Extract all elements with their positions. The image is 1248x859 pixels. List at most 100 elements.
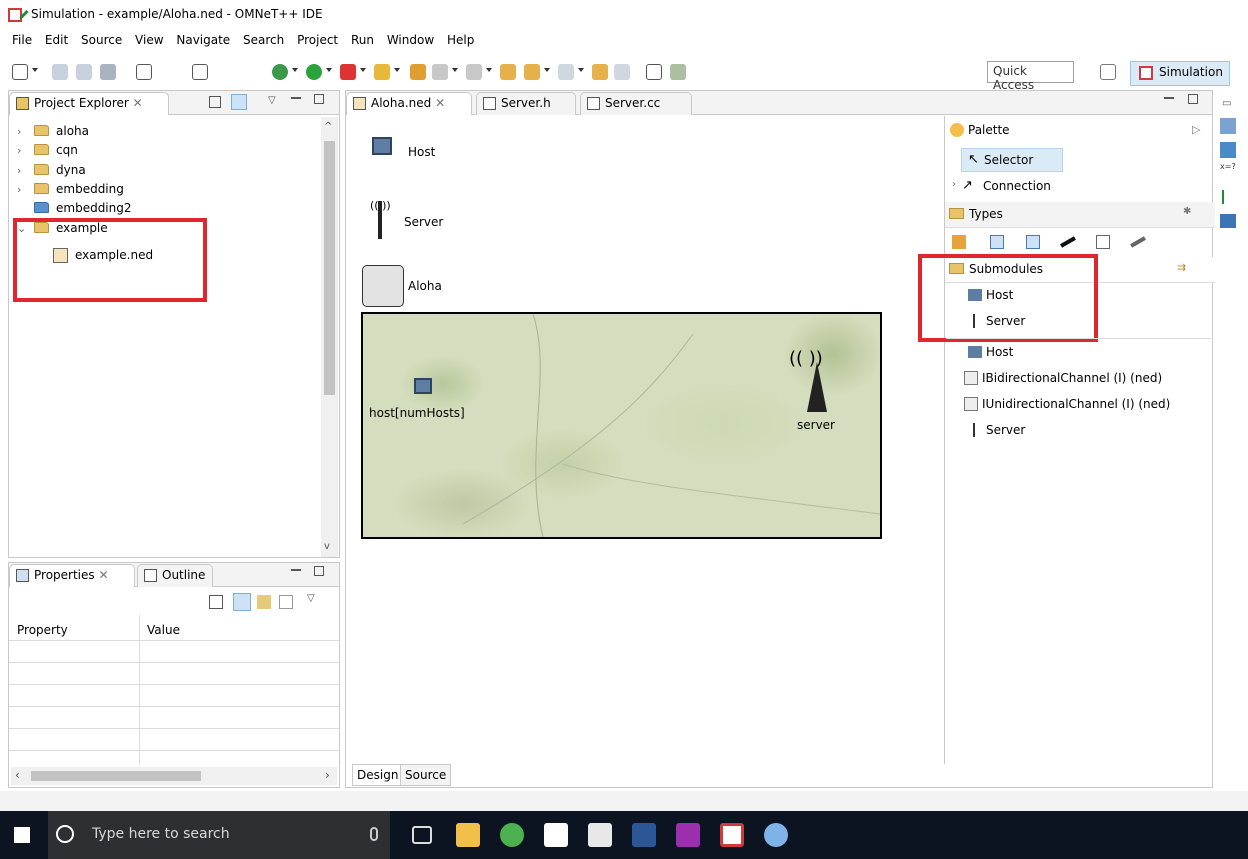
maximize-icon[interactable] — [314, 566, 324, 576]
tab-design[interactable]: Design — [352, 764, 404, 786]
channel-interface-icon[interactable] — [1130, 236, 1146, 248]
tree-item-embedding[interactable]: › embedding — [9, 180, 319, 200]
save-icon[interactable] — [52, 64, 68, 80]
print-icon[interactable] — [100, 64, 116, 80]
menu-edit[interactable]: Edit — [45, 33, 68, 47]
palette-item-server[interactable]: Server — [960, 420, 1080, 444]
clean-icon[interactable] — [410, 64, 426, 80]
filter-icon[interactable]: ⇉ — [1177, 261, 1186, 274]
chrome-icon[interactable] — [500, 823, 524, 847]
palette-item-iunidirectional[interactable]: IUnidirectionalChannel (I) (ned) — [960, 394, 1190, 418]
open-perspective-icon[interactable] — [646, 64, 662, 80]
word-icon[interactable] — [632, 823, 656, 847]
view-menu-icon[interactable]: ▽ — [268, 95, 276, 106]
mathcad-icon[interactable] — [676, 823, 700, 847]
open-perspective-button[interactable] — [1100, 64, 1116, 80]
debug-icon[interactable] — [272, 64, 288, 80]
simulation-perspective-button[interactable]: Simulation — [1130, 61, 1230, 86]
advanced-icon[interactable] — [279, 595, 293, 609]
ned-tool-icon[interactable] — [670, 64, 686, 80]
tab-project-explorer[interactable]: Project Explorer ✕ — [9, 92, 169, 115]
new-icon[interactable] — [12, 64, 28, 80]
mail-icon[interactable] — [588, 823, 612, 847]
menu-source[interactable]: Source — [81, 33, 122, 47]
task-view-icon[interactable] — [412, 826, 432, 844]
new-icon[interactable] — [209, 595, 223, 609]
run-icon[interactable] — [306, 64, 322, 80]
ned-params-icon[interactable] — [1220, 142, 1236, 158]
menu-file[interactable]: File — [12, 33, 32, 47]
restore-icon[interactable]: ▭ — [1222, 98, 1231, 109]
tab-aloha-ned[interactable]: Aloha.ned ✕ — [346, 92, 472, 115]
network-canvas-map[interactable]: host[numHosts] (( )) server — [361, 312, 882, 539]
new-ned-icon[interactable] — [192, 64, 208, 80]
build-icon[interactable] — [374, 64, 390, 80]
channel-icon[interactable] — [1060, 236, 1076, 248]
pin-icon[interactable]: ✱ — [1183, 206, 1191, 217]
tree-icon[interactable] — [1222, 190, 1232, 204]
forward-icon[interactable] — [558, 64, 574, 80]
menu-view[interactable]: View — [135, 33, 163, 47]
microphone-icon[interactable] — [370, 827, 378, 841]
profile-icon[interactable] — [340, 64, 356, 80]
annotation-icon[interactable] — [466, 64, 482, 80]
file-explorer-icon[interactable] — [456, 823, 480, 847]
step-icon[interactable] — [432, 64, 448, 80]
save-all-icon[interactable] — [76, 64, 92, 80]
pin-icon[interactable] — [592, 64, 608, 80]
variables-icon[interactable]: x=? — [1220, 162, 1236, 171]
filter-icon[interactable] — [257, 595, 271, 609]
tab-server-h[interactable]: Server.h — [476, 92, 576, 115]
palette-selector[interactable]: ↖ Selector — [961, 148, 1063, 172]
last-edit-icon[interactable] — [500, 64, 516, 80]
menu-run[interactable]: Run — [351, 33, 374, 47]
tree-item-embedding2[interactable]: embedding2 — [9, 199, 319, 219]
omnet-taskbar-icon[interactable] — [720, 823, 744, 847]
maximize-icon[interactable] — [314, 94, 324, 104]
interface-icon[interactable] — [1096, 235, 1110, 249]
palette-toggle-icon[interactable]: ▷ — [1192, 123, 1200, 136]
quick-access-field[interactable]: Quick Access — [987, 61, 1074, 92]
menu-window[interactable]: Window — [387, 33, 434, 47]
collapse-all-icon[interactable] — [209, 96, 221, 108]
binary-icon[interactable] — [136, 64, 152, 80]
tab-properties[interactable]: Properties ✕ — [9, 564, 135, 587]
vertical-scrollbar[interactable]: ^ v — [321, 117, 338, 557]
minimize-icon[interactable] — [291, 97, 301, 99]
type-server[interactable]: (( )) Server — [368, 197, 488, 243]
module-hierarchy-icon[interactable] — [1220, 118, 1236, 134]
compound-module-icon[interactable] — [990, 235, 1004, 249]
type-host[interactable]: Host — [368, 135, 488, 167]
host-node[interactable]: host[numHosts] — [365, 378, 475, 428]
minimize-icon[interactable] — [1164, 97, 1174, 99]
link-editor-icon[interactable] — [231, 94, 247, 110]
menu-help[interactable]: Help — [447, 33, 474, 47]
palette-item-ibidirectional[interactable]: IBidirectionalChannel (I) (ned) — [960, 368, 1190, 392]
tree-item-cqn[interactable]: › cqn — [9, 141, 319, 161]
scrollbar-thumb[interactable] — [31, 771, 201, 781]
server-node[interactable]: (( )) server — [787, 348, 847, 432]
type-aloha[interactable]: Aloha — [362, 265, 502, 311]
back-icon[interactable] — [524, 64, 540, 80]
network-type-icon[interactable] — [1026, 235, 1040, 249]
categories-icon[interactable] — [233, 593, 251, 611]
scrollbar-thumb[interactable] — [324, 141, 335, 395]
minimize-icon[interactable] — [291, 569, 301, 571]
paint-icon[interactable] — [764, 823, 788, 847]
next-icon[interactable] — [614, 64, 630, 80]
palette-connection[interactable]: › ↗ Connection — [952, 176, 1092, 198]
palette-item-host[interactable]: Host — [960, 342, 1160, 366]
taskbar-search-box[interactable]: Type here to search — [48, 811, 390, 859]
tree-item-dyna[interactable]: › dyna — [9, 161, 319, 181]
tab-source[interactable]: Source — [400, 764, 452, 786]
menu-project[interactable]: Project — [297, 33, 338, 47]
console-icon[interactable] — [1220, 214, 1236, 228]
tab-server-cc[interactable]: Server.cc — [580, 92, 692, 115]
horizontal-scrollbar[interactable]: ‹ › — [11, 767, 337, 785]
palette-types-header[interactable]: Types ✱ — [945, 202, 1215, 228]
windows-start-icon[interactable] — [14, 827, 30, 843]
tree-item-aloha[interactable]: › aloha — [9, 122, 319, 142]
simple-module-icon[interactable] — [952, 235, 966, 249]
tab-outline[interactable]: Outline — [137, 564, 213, 587]
maximize-icon[interactable] — [1188, 94, 1198, 104]
